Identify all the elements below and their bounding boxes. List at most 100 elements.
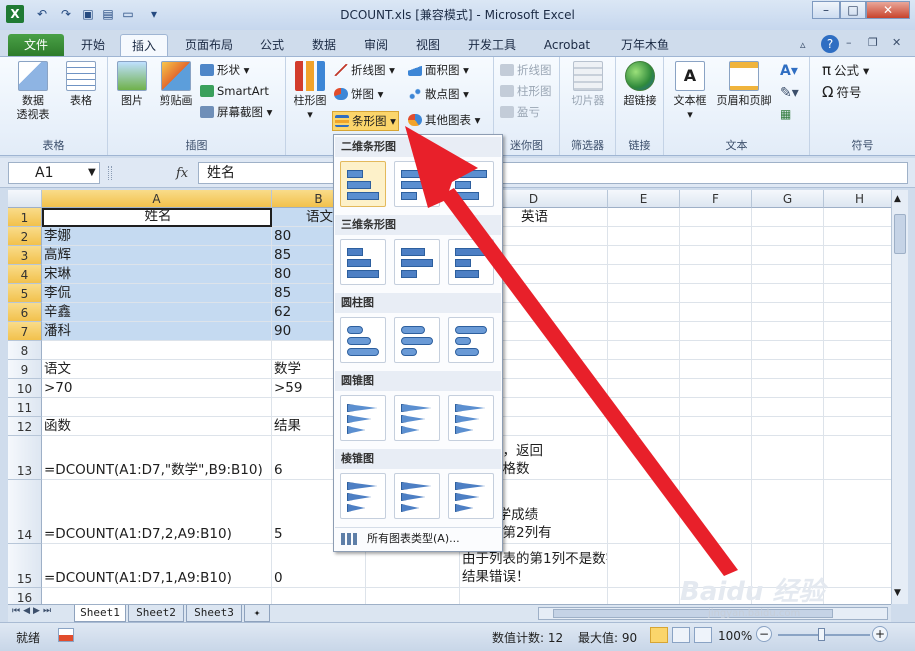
signature-line-icon[interactable]: ✎▾ xyxy=(780,85,799,101)
cell-f12[interactable] xyxy=(680,417,752,436)
stacked-pyramid[interactable] xyxy=(394,473,440,519)
tab-formulas[interactable]: 公式 xyxy=(250,34,294,56)
cell-f3[interactable] xyxy=(680,246,752,265)
cell-a10[interactable]: >70 xyxy=(42,379,272,398)
cell-h4[interactable] xyxy=(824,265,891,284)
sparkline-column-button[interactable]: 柱形图 xyxy=(500,82,552,100)
workbook-minimize-button[interactable]: – xyxy=(846,36,852,49)
tab-data[interactable]: 数据 xyxy=(302,34,346,56)
tab-developer[interactable]: 开发工具 xyxy=(460,34,524,56)
row-header-5[interactable]: 5 xyxy=(8,284,42,303)
other-charts-button[interactable]: 其他图表 ▾ xyxy=(408,111,480,129)
clustered-cone[interactable] xyxy=(340,395,386,441)
screenshot-button[interactable]: 屏幕截图 ▾ xyxy=(200,103,272,121)
stacked-cone[interactable] xyxy=(394,395,440,441)
name-box-dropdown-icon[interactable]: ▼ xyxy=(88,167,96,178)
stacked-cylinder[interactable] xyxy=(394,317,440,363)
cell-e2[interactable] xyxy=(608,227,680,246)
name-box[interactable]: A1 xyxy=(8,162,100,184)
cell-f4[interactable] xyxy=(680,265,752,284)
cell-h6[interactable] xyxy=(824,303,891,322)
cell-a7[interactable]: 潘科 xyxy=(42,322,272,341)
cell-a8[interactable] xyxy=(42,341,272,360)
cell-h7[interactable] xyxy=(824,322,891,341)
page-break-view-icon[interactable] xyxy=(694,627,712,643)
row-header-15[interactable]: 15 xyxy=(8,544,42,588)
cell-f9[interactable] xyxy=(680,360,752,379)
normal-view-icon[interactable] xyxy=(650,627,668,643)
cell-f5[interactable] xyxy=(680,284,752,303)
cell-e16[interactable] xyxy=(608,588,680,604)
workbook-close-button[interactable]: ✕ xyxy=(892,36,901,49)
tab-page-layout[interactable]: 页面布局 xyxy=(176,34,242,56)
cell-b16[interactable] xyxy=(272,588,366,604)
stacked-bar-2d[interactable] xyxy=(394,161,440,207)
cell-a3[interactable]: 高辉 xyxy=(42,246,272,265)
cell-a14[interactable]: =DCOUNT(A1:D7,2,A9:B10) xyxy=(42,480,272,544)
cell-e13[interactable] xyxy=(608,436,680,480)
minimize-button[interactable]: – xyxy=(812,1,840,19)
cell-e14[interactable] xyxy=(608,480,680,544)
sheet-nav-icons[interactable]: ⏮◀▶⏭ xyxy=(12,606,54,616)
textbox-button[interactable]: A 文本框 ▾ xyxy=(668,61,712,122)
insert-sheet-icon[interactable]: ✦ xyxy=(244,605,270,622)
cell-f7[interactable] xyxy=(680,322,752,341)
column-chart-button[interactable]: 柱形图 ▾ xyxy=(290,61,330,122)
cell-e12[interactable] xyxy=(608,417,680,436)
help-icon[interactable]: ? xyxy=(821,35,839,53)
all-chart-types-item[interactable]: 所有图表类型(A)... xyxy=(335,527,501,549)
cell-e6[interactable] xyxy=(608,303,680,322)
cell-e15[interactable] xyxy=(608,544,680,588)
row-header-9[interactable]: 9 xyxy=(8,360,42,379)
cell-h16[interactable] xyxy=(824,588,891,604)
cell-a11[interactable] xyxy=(42,398,272,417)
column-header-a[interactable]: A xyxy=(42,190,272,208)
row-header-7[interactable]: 7 xyxy=(8,322,42,341)
cell-a2[interactable]: 李娜 xyxy=(42,227,272,246)
fx-icon[interactable]: fx xyxy=(176,166,188,181)
table-button[interactable]: 表格 xyxy=(60,61,102,108)
hyperlink-button[interactable]: 超链接 xyxy=(618,61,662,108)
row-header-12[interactable]: 12 xyxy=(8,417,42,436)
tab-review[interactable]: 审阅 xyxy=(354,34,398,56)
cell-h5[interactable] xyxy=(824,284,891,303)
cell-e3[interactable] xyxy=(608,246,680,265)
cell-a13[interactable]: =DCOUNT(A1:D7,"数学",B9:B10) xyxy=(42,436,272,480)
percent-stacked-bar-2d[interactable] xyxy=(448,161,494,207)
cell-a15[interactable]: =DCOUNT(A1:D7,1,A9:B10) xyxy=(42,544,272,588)
cell-h15[interactable] xyxy=(824,544,891,588)
row-header-13[interactable]: 13 xyxy=(8,436,42,480)
line-chart-button[interactable]: 折线图 ▾ xyxy=(334,61,395,79)
picture-button[interactable]: 图片 xyxy=(114,61,150,108)
wordart-icon[interactable]: A▾ xyxy=(780,63,798,79)
cell-f8[interactable] xyxy=(680,341,752,360)
cell-h11[interactable] xyxy=(824,398,891,417)
macro-record-icon[interactable] xyxy=(58,628,74,642)
cell-f11[interactable] xyxy=(680,398,752,417)
zoom-slider[interactable] xyxy=(778,628,870,641)
cell-c16[interactable] xyxy=(366,588,460,604)
cell-e7[interactable] xyxy=(608,322,680,341)
cell-d16[interactable] xyxy=(460,588,608,604)
cell-g2[interactable] xyxy=(752,227,824,246)
row-header-6[interactable]: 6 xyxy=(8,303,42,322)
minimize-ribbon-icon[interactable]: ▵ xyxy=(800,38,814,52)
tab-acrobat[interactable]: Acrobat xyxy=(534,34,600,56)
cell-g6[interactable] xyxy=(752,303,824,322)
cell-a4[interactable]: 宋琳 xyxy=(42,265,272,284)
cell-h12[interactable] xyxy=(824,417,891,436)
equation-button[interactable]: π 公式 ▾ xyxy=(822,61,869,79)
cell-f2[interactable] xyxy=(680,227,752,246)
formula-input[interactable]: 姓名 xyxy=(198,162,908,184)
row-header-10[interactable]: 10 xyxy=(8,379,42,398)
cell-e9[interactable] xyxy=(608,360,680,379)
cell-e5[interactable] xyxy=(608,284,680,303)
tab-home[interactable]: 开始 xyxy=(70,34,116,56)
cell-a12[interactable]: 函数 xyxy=(42,417,272,436)
cell-f14[interactable] xyxy=(680,480,752,544)
cell-h10[interactable] xyxy=(824,379,891,398)
cell-g1[interactable] xyxy=(752,208,824,227)
cell-g12[interactable] xyxy=(752,417,824,436)
column-header-g[interactable]: G xyxy=(752,190,824,208)
row-header-14[interactable]: 14 xyxy=(8,480,42,544)
